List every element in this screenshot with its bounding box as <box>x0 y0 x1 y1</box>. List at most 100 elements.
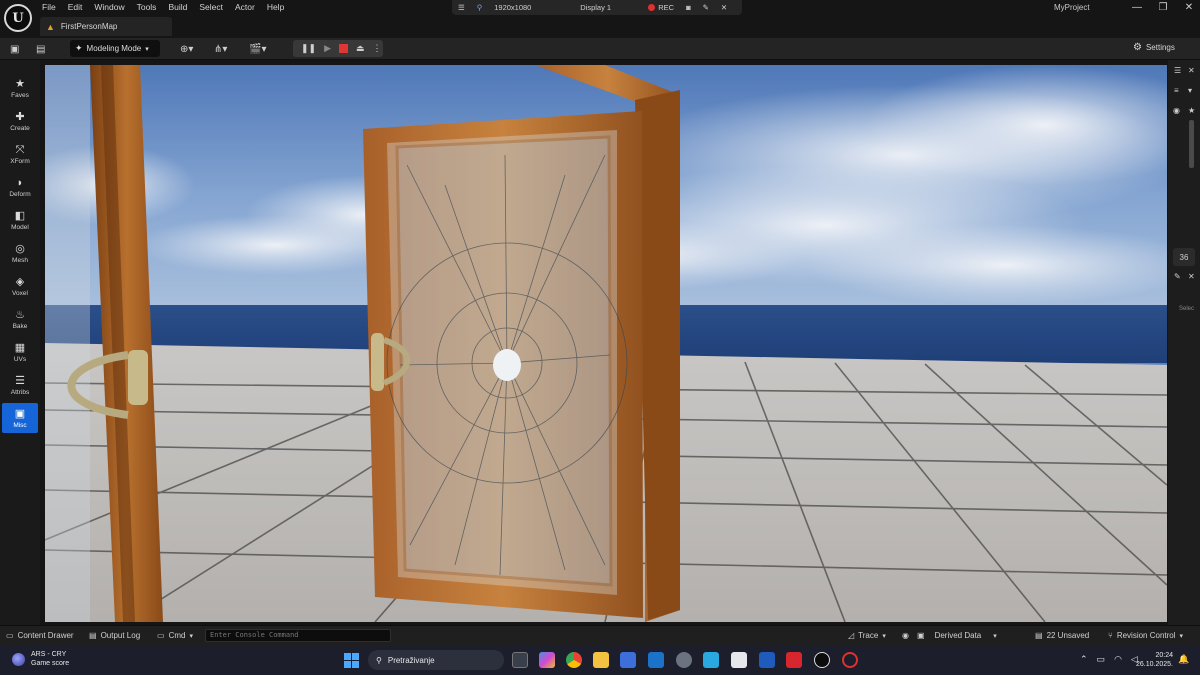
glass-door <box>363 111 643 618</box>
modeling-mode-icon: ✦ <box>75 43 83 53</box>
gear-icon: ⚙ <box>1133 42 1142 53</box>
notification-bell-icon[interactable]: 🔔 <box>1178 654 1189 665</box>
console-command-input[interactable]: Enter Console Command <box>205 629 391 642</box>
save-icon[interactable]: ▣ <box>10 42 19 56</box>
windows-start-icon[interactable] <box>344 653 359 668</box>
palette-deform[interactable]: ◗ Deform <box>2 172 38 202</box>
palette-bake[interactable]: ♨ Bake <box>2 304 38 334</box>
file-explorer-icon[interactable] <box>593 652 609 668</box>
hamburger-icon[interactable]: ☰ <box>452 3 471 12</box>
unreal-engine-icon[interactable] <box>814 652 830 668</box>
cinematics-icon[interactable]: 🎬▾ <box>249 42 266 56</box>
add-actor-icon[interactable]: ⊕▾ <box>180 42 193 56</box>
menu-build[interactable]: Build <box>168 1 194 15</box>
unreal-logo[interactable]: U <box>4 4 32 32</box>
chevron-down-icon[interactable]: ▾ <box>1188 86 1192 95</box>
menu-select[interactable]: Select <box>199 1 230 15</box>
level-icon: ▲ <box>46 21 55 32</box>
menu-help[interactable]: Help <box>267 1 291 15</box>
widgets-button[interactable]: ARS - CRY Game score <box>12 650 69 668</box>
outlook-icon[interactable] <box>648 652 664 668</box>
palette-faves[interactable]: ★ Faves <box>2 73 38 103</box>
palette-attribs[interactable]: ☰ Attribs <box>2 370 38 400</box>
pen-icon[interactable]: ✎ <box>697 3 715 12</box>
task-view-icon[interactable] <box>512 652 528 668</box>
minimize-icon[interactable]: — <box>1124 2 1150 13</box>
settings-app-icon[interactable] <box>676 652 692 668</box>
cmd-icon: ▭ <box>157 631 165 640</box>
close-panel-icon[interactable]: ✕ <box>1188 66 1195 75</box>
mode-dropdown[interactable]: ✦ Modeling Mode ▾ <box>70 40 160 57</box>
pin-icon[interactable]: ⚲ <box>471 3 489 12</box>
palette-label: Misc <box>13 421 27 429</box>
wifi-icon[interactable]: ◠ <box>1114 654 1122 665</box>
eye-icon[interactable]: ◉ <box>1173 106 1180 115</box>
palette-label: Create <box>10 124 30 132</box>
rec-button[interactable]: REC <box>642 3 680 12</box>
chevron-up-icon[interactable]: ⌃ <box>1080 654 1088 665</box>
resolution-label[interactable]: 1920x1080 <box>488 3 574 12</box>
menu-file[interactable]: File <box>42 1 63 15</box>
maximize-icon[interactable]: ❐ <box>1150 2 1176 13</box>
panel-number-badge[interactable]: 36 <box>1173 248 1195 266</box>
level-tab[interactable]: ▲ FirstPersonMap <box>40 17 172 36</box>
panel-scrollbar[interactable] <box>1189 120 1194 168</box>
trace-dropdown[interactable]: ◿ Trace ▾ <box>848 631 886 640</box>
palette-mesh[interactable]: ◎ Mesh <box>2 238 38 268</box>
record-icon[interactable]: ◉ <box>902 631 909 640</box>
palette-xform[interactable]: ⤧ XForm <box>2 139 38 169</box>
copilot-icon[interactable] <box>539 652 555 668</box>
stop-icon[interactable] <box>339 44 349 53</box>
derived-data-button[interactable]: ▣ Derived Data ▾ <box>917 631 997 640</box>
pause-icon[interactable]: ❚❚ <box>301 43 316 54</box>
eject-icon[interactable]: ⏏ <box>356 43 365 54</box>
star-icon[interactable]: ★ <box>1188 106 1195 115</box>
mesh-icon: ◎ <box>15 242 25 255</box>
palette-voxel[interactable]: ◈ Voxel <box>2 271 38 301</box>
taskbar-search[interactable]: ⚲ Pretraživanje <box>368 650 504 670</box>
more-options-icon[interactable]: ⋮ <box>373 43 382 54</box>
close-window-icon[interactable]: ✕ <box>1176 2 1200 13</box>
cmd-dropdown[interactable]: ▭ Cmd ▾ <box>157 631 193 640</box>
search-icon: ⚲ <box>376 655 382 665</box>
menu-actor[interactable]: Actor <box>235 1 262 15</box>
menu-window[interactable]: Window <box>94 1 131 15</box>
menu-tools[interactable]: Tools <box>137 1 164 15</box>
recorder-icon[interactable] <box>842 652 858 668</box>
palette-label: Deform <box>9 190 31 198</box>
store-icon[interactable] <box>620 652 636 668</box>
palette-misc[interactable]: ▣ Misc <box>2 403 38 433</box>
display-icon[interactable]: ▭ <box>1097 654 1106 665</box>
list-icon[interactable]: ☰ <box>1174 66 1181 75</box>
palette-create[interactable]: ✚ Create <box>2 106 38 136</box>
palette-label: Faves <box>11 91 29 99</box>
blueprint-icon[interactable]: ⋔▾ <box>214 42 227 56</box>
filter-icon[interactable]: ≡ <box>1174 86 1179 95</box>
step-icon[interactable]: ▶ <box>324 43 331 54</box>
menu-edit[interactable]: Edit <box>68 1 90 15</box>
palette-model[interactable]: ◧ Model <box>2 205 38 235</box>
palette-uvs[interactable]: ▦ UVs <box>2 337 38 367</box>
output-log-button[interactable]: ▤ Output Log <box>89 631 140 640</box>
amd-icon[interactable] <box>786 652 802 668</box>
calculator-icon[interactable] <box>731 652 747 668</box>
word-icon[interactable] <box>759 652 775 668</box>
display-label[interactable]: Display 1 <box>574 3 642 12</box>
level-viewport[interactable] <box>45 65 1167 622</box>
revision-control-button[interactable]: ⑂ Revision Control ▾ <box>1108 631 1183 640</box>
content-drawer-button[interactable]: ▭ Content Drawer <box>6 631 74 640</box>
title-bar: U File Edit Window Tools Build Select Ac… <box>0 0 1200 38</box>
settings-button[interactable]: ⚙ Settings <box>1133 42 1175 53</box>
create-icon: ✚ <box>15 110 25 123</box>
camera-icon[interactable]: ◙ <box>680 3 697 12</box>
close-tool-icon[interactable]: ✕ <box>1188 272 1195 281</box>
content-browser-icon[interactable]: ▤ <box>36 42 45 56</box>
notepad-icon[interactable] <box>703 652 719 668</box>
taskbar-clock[interactable]: 20:24 26.10.2025. <box>1133 651 1173 669</box>
chrome-icon[interactable] <box>566 652 582 668</box>
system-tray: ⌃ ▭ ◠ ◁ <box>1080 654 1138 665</box>
close-icon[interactable]: ✕ <box>715 3 733 12</box>
brush-icon[interactable]: ✎ <box>1174 272 1181 281</box>
mode-dropdown-label: Modeling Mode <box>86 44 142 53</box>
unsaved-button[interactable]: ▤ 22 Unsaved <box>1035 631 1089 640</box>
